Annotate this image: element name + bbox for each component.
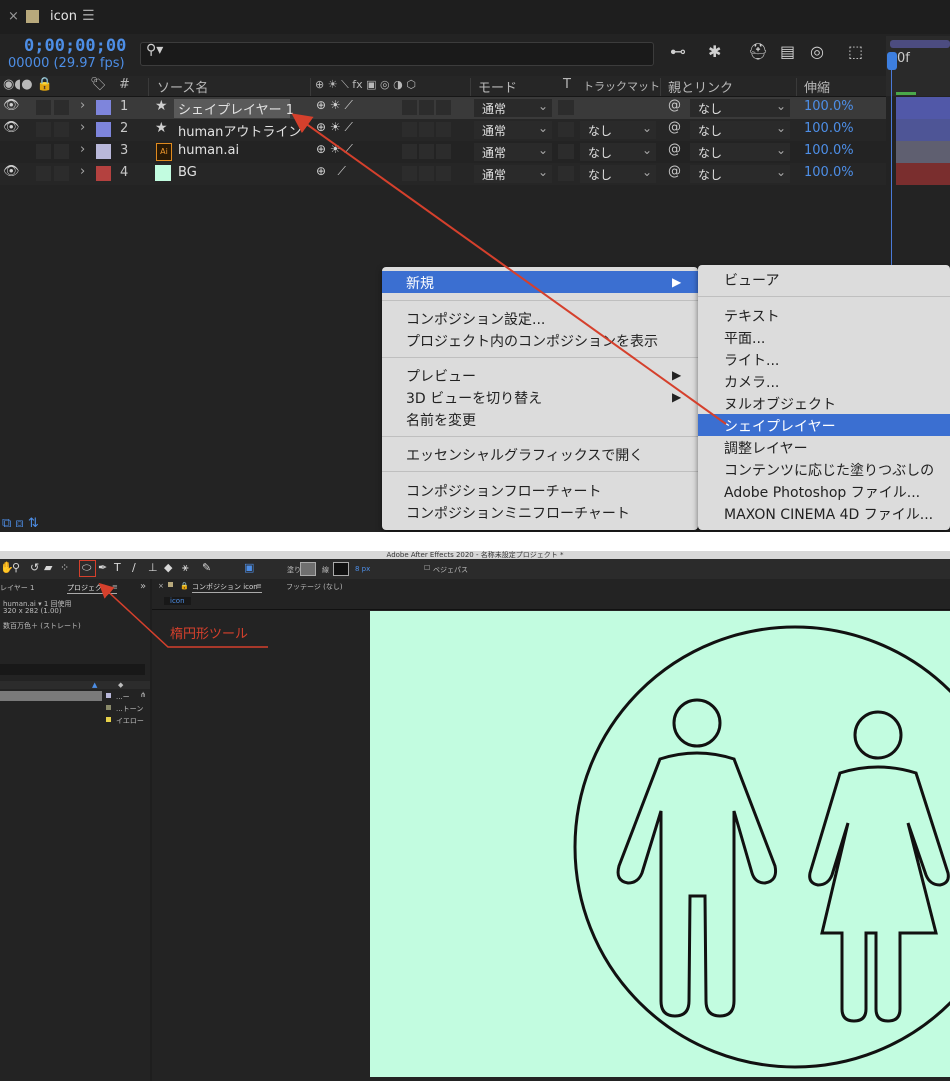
project-column-header [0, 681, 150, 689]
project-search-input[interactable] [0, 664, 145, 675]
project-item-row-selected[interactable] [0, 691, 102, 701]
annotation-arrow [98, 582, 268, 648]
stroke-color-swatch[interactable] [333, 562, 349, 576]
outline-circle [573, 625, 950, 1069]
label-color-swatch[interactable] [106, 717, 111, 722]
label-color-swatch[interactable] [106, 693, 111, 698]
sort-icon[interactable]: ▲ [92, 681, 97, 689]
composition-canvas[interactable] [370, 611, 950, 1077]
flowchart-icon[interactable]: ⋔ [140, 691, 146, 699]
timeline-panel: × icon ☰ 0;00;00;00 00000 (29.97 fps) ⚲▾… [0, 0, 950, 532]
woman-body [808, 765, 950, 1023]
woman-head [853, 710, 903, 760]
stroke-width-value[interactable]: 8 px [355, 565, 370, 573]
bezier-path-label: ベジェパス [433, 566, 468, 574]
annotation-arrow [291, 113, 727, 425]
label-column-icon[interactable]: ◆ [118, 681, 123, 689]
stroke-label: 線 [322, 566, 329, 574]
label-color-swatch[interactable] [106, 705, 111, 710]
man-head [672, 698, 722, 748]
restroom-icon-artwork [573, 625, 950, 1069]
man-body [616, 751, 777, 1018]
project-item-name[interactable]: ...トーン [116, 704, 143, 714]
project-item-name[interactable]: イエロー [116, 716, 144, 726]
after-effects-workspace: Adobe After Effects 2020 - 名称未設定プロジェクト *… [0, 551, 950, 1081]
project-item-name[interactable]: ...ー [116, 692, 130, 702]
fill-color-swatch[interactable] [300, 562, 316, 576]
bezier-checkbox[interactable]: ☐ [424, 564, 430, 572]
